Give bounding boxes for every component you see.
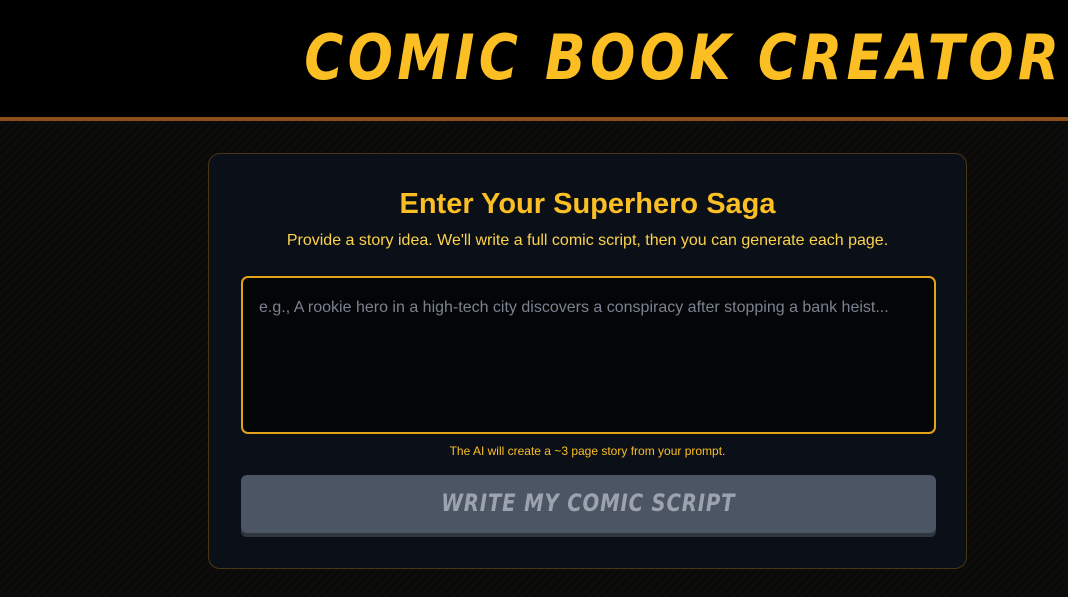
helper-text: The AI will create a ~3 page story from … bbox=[449, 444, 726, 458]
app-header: Comic Book Creator bbox=[0, 0, 1068, 121]
story-prompt-input[interactable] bbox=[241, 276, 936, 434]
card-subtitle: Provide a story idea. We'll write a full… bbox=[286, 232, 889, 249]
app-title: Comic Book Creator bbox=[304, 21, 1064, 94]
card-title: Enter Your Superhero Saga bbox=[399, 188, 776, 220]
write-script-button[interactable]: Write My Comic Script bbox=[241, 475, 936, 537]
write-script-button-label: Write My Comic Script bbox=[441, 489, 736, 517]
story-prompt-card: Enter Your Superhero Saga Provide a stor… bbox=[208, 153, 967, 569]
